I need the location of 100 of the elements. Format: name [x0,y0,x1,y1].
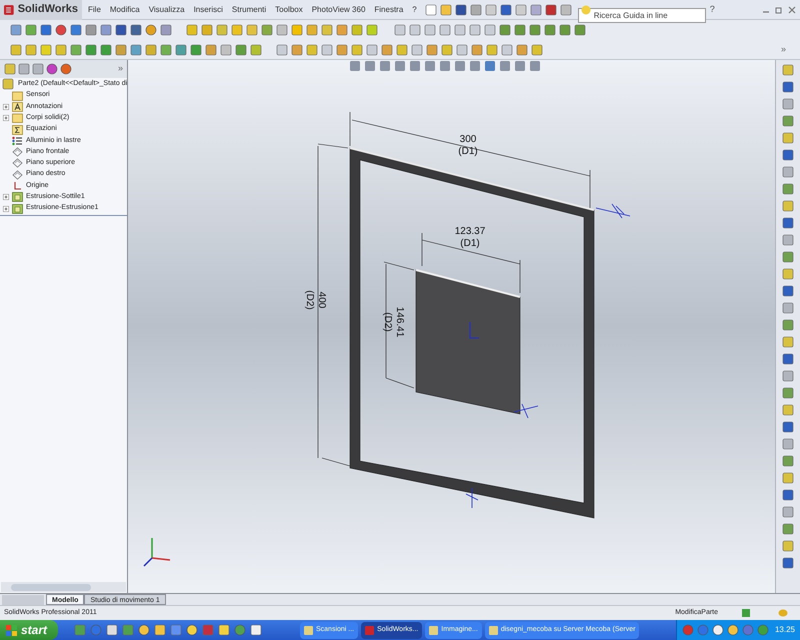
horizontal-scrollbar[interactable] [1,582,126,592]
quick-launch-icon[interactable] [154,624,166,636]
feature-icon[interactable] [70,44,82,56]
tray-icon[interactable] [712,624,724,636]
quick-launch-icon[interactable] [186,624,198,636]
view-cube-icon[interactable] [409,24,421,36]
tool-icon[interactable] [486,44,498,56]
quick-launch-icon[interactable] [234,624,246,636]
view-cube-icon[interactable] [514,24,526,36]
feature-icon[interactable] [55,44,67,56]
dimension-name[interactable]: (D2) [382,312,393,332]
tool-icon[interactable] [276,44,288,56]
tool-icon[interactable] [516,44,528,56]
tool-icon[interactable] [396,44,408,56]
task-pane-icon[interactable] [782,251,794,263]
feature-icon[interactable] [235,44,247,56]
dimension-value[interactable]: 400 [316,292,327,308]
sphere-icon[interactable] [145,24,157,36]
view-cube-icon[interactable] [484,24,496,36]
feature-icon[interactable] [25,44,37,56]
feature-icon[interactable] [366,24,378,36]
feature-icon[interactable] [336,24,348,36]
feature-icon[interactable] [115,44,127,56]
feature-icon[interactable] [201,24,213,36]
task-pane-icon[interactable] [782,472,794,484]
menu-item[interactable]: Visualizza [148,4,185,16]
view-cube-icon[interactable] [439,24,451,36]
feature-icon[interactable] [351,24,363,36]
tray-icon[interactable] [726,624,739,636]
feature-icon[interactable] [186,24,198,36]
task-pane-icon[interactable] [782,217,794,229]
feature-icon[interactable] [130,44,142,56]
tool-icon[interactable] [381,44,393,56]
task-pane-icon[interactable] [782,489,794,501]
feature-icon[interactable] [250,44,262,56]
task-pane-icon[interactable] [782,523,794,535]
task-pane-icon[interactable] [782,115,794,127]
task-pane-icon[interactable] [782,404,794,416]
task-pane-icon[interactable] [782,540,794,552]
task-pane-icon[interactable] [782,319,794,331]
feature-icon[interactable] [85,44,97,56]
feature-icon[interactable] [291,24,303,36]
tool-icon[interactable] [306,44,318,56]
task-pane-icon[interactable] [782,149,794,161]
tool-icon[interactable] [321,44,333,56]
feature-icon[interactable] [306,24,318,36]
menu-item[interactable]: Finestra [374,4,404,16]
expand-icon[interactable] [3,115,9,122]
view-cube-icon[interactable] [559,24,571,36]
menu-item[interactable]: Modifica [110,4,140,16]
task-pane-icon[interactable] [782,353,794,365]
menu-item[interactable]: File [88,4,101,16]
feature-icon[interactable] [160,44,172,56]
start-button[interactable]: start [0,620,58,640]
menu-item[interactable]: ? [412,4,417,16]
task-pane-icon[interactable] [782,557,794,569]
menu-item[interactable]: Inserisci [194,4,223,16]
expand-icon[interactable] [3,104,9,110]
search-field[interactable]: Ricerca Guida in line [578,8,706,23]
task-pane-icon[interactable] [782,336,794,348]
help-button[interactable]: ? [710,2,715,16]
feature-icon[interactable] [10,44,22,56]
menu-item[interactable]: Toolbox [275,4,303,16]
task-pane-icon[interactable] [782,268,794,280]
feature-icon[interactable] [190,44,202,56]
task-pane-icon[interactable] [782,200,794,212]
task-pane-icon[interactable] [782,64,794,76]
task-pane-icon[interactable] [782,81,794,93]
task-pane-icon[interactable] [782,302,794,314]
view-cube-icon[interactable] [424,24,436,36]
menu-item[interactable]: PhotoView 360 [312,4,366,16]
feature-icon[interactable] [231,24,243,36]
expand-icon[interactable] [3,194,9,200]
view-cube-icon[interactable] [454,24,466,36]
dimension-value[interactable]: 300 [460,134,476,145]
feature-icon[interactable] [216,24,228,36]
task-pane-icon[interactable] [782,234,794,246]
tool-icon[interactable] [351,44,363,56]
panel-more-button[interactable]: » [118,62,123,76]
view-cube-icon[interactable] [499,24,511,36]
tool-icon[interactable] [426,44,438,56]
view-cube-icon[interactable] [574,24,586,36]
view-cube-icon[interactable] [529,24,541,36]
dimension-name[interactable]: (D1) [460,238,480,249]
view-cube-icon[interactable] [544,24,556,36]
tool-icon[interactable] [336,44,348,56]
tool-icon[interactable] [471,44,483,56]
task-pane-icon[interactable] [782,183,794,195]
tool-icon[interactable] [291,44,303,56]
quick-launch-icon[interactable] [138,624,150,636]
quick-launch-icon[interactable] [106,624,118,636]
dimension-name[interactable]: (D1) [458,146,478,157]
tool-icon[interactable] [411,44,423,56]
menu-item[interactable]: Strumenti [232,4,266,16]
restore-icon[interactable] [775,6,783,14]
task-pane-icon[interactable] [782,98,794,110]
quick-launch-icon[interactable] [250,624,262,636]
feature-icon[interactable] [100,44,112,56]
dimension-value[interactable]: 146.41 [394,306,405,338]
more-button[interactable]: » [780,42,790,56]
